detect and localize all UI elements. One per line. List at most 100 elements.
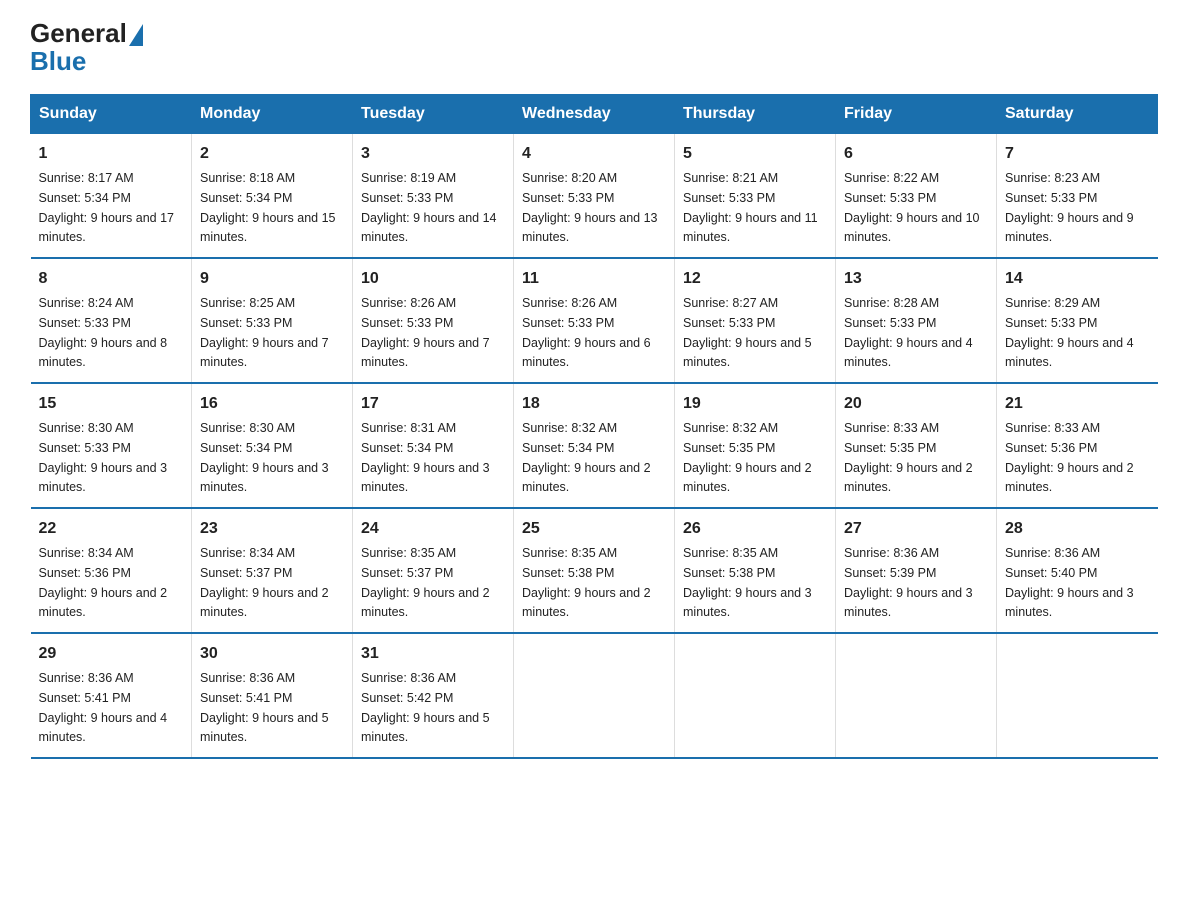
- calendar-cell: [675, 633, 836, 758]
- day-info: Sunrise: 8:31 AMSunset: 5:34 PMDaylight:…: [361, 421, 490, 494]
- day-number: 5: [683, 142, 827, 166]
- calendar-cell: 19 Sunrise: 8:32 AMSunset: 5:35 PMDayligh…: [675, 383, 836, 508]
- day-number: 9: [200, 267, 344, 291]
- day-info: Sunrise: 8:24 AMSunset: 5:33 PMDaylight:…: [39, 296, 168, 369]
- day-number: 22: [39, 517, 184, 541]
- calendar-cell: 27 Sunrise: 8:36 AMSunset: 5:39 PMDayligh…: [836, 508, 997, 633]
- col-header-tuesday: Tuesday: [353, 95, 514, 134]
- day-info: Sunrise: 8:30 AMSunset: 5:34 PMDaylight:…: [200, 421, 329, 494]
- day-number: 7: [1005, 142, 1150, 166]
- logo-blue-text: Blue: [30, 48, 143, 74]
- day-number: 4: [522, 142, 666, 166]
- calendar-cell: 10Sunrise: 8:26 AMSunset: 5:33 PMDayligh…: [353, 258, 514, 383]
- day-info: Sunrise: 8:35 AMSunset: 5:38 PMDaylight:…: [683, 546, 812, 619]
- calendar-cell: [836, 633, 997, 758]
- day-info: Sunrise: 8:30 AMSunset: 5:33 PMDaylight:…: [39, 421, 168, 494]
- day-info: Sunrise: 8:21 AMSunset: 5:33 PMDaylight:…: [683, 171, 818, 244]
- day-number: 17: [361, 392, 505, 416]
- day-number: 11: [522, 267, 666, 291]
- day-info: Sunrise: 8:18 AMSunset: 5:34 PMDaylight:…: [200, 171, 336, 244]
- calendar-cell: 29 Sunrise: 8:36 AMSunset: 5:41 PMDayligh…: [31, 633, 192, 758]
- calendar-cell: 20Sunrise: 8:33 AMSunset: 5:35 PMDayligh…: [836, 383, 997, 508]
- day-info: Sunrise: 8:25 AMSunset: 5:33 PMDaylight:…: [200, 296, 329, 369]
- calendar-week-row: 22 Sunrise: 8:34 AMSunset: 5:36 PMDayligh…: [31, 508, 1158, 633]
- day-number: 24: [361, 517, 505, 541]
- calendar-cell: 9 Sunrise: 8:25 AMSunset: 5:33 PMDaylight…: [192, 258, 353, 383]
- day-number: 10: [361, 267, 505, 291]
- day-info: Sunrise: 8:36 AMSunset: 5:41 PMDaylight:…: [200, 671, 329, 744]
- day-number: 6: [844, 142, 988, 166]
- calendar-cell: 24 Sunrise: 8:35 AMSunset: 5:37 PMDayligh…: [353, 508, 514, 633]
- calendar-cell: 15Sunrise: 8:30 AMSunset: 5:33 PMDayligh…: [31, 383, 192, 508]
- day-number: 25: [522, 517, 666, 541]
- calendar-cell: 21 Sunrise: 8:33 AMSunset: 5:36 PMDayligh…: [997, 383, 1158, 508]
- day-number: 2: [200, 142, 344, 166]
- calendar-cell: 6Sunrise: 8:22 AMSunset: 5:33 PMDaylight…: [836, 134, 997, 259]
- calendar-table: SundayMondayTuesdayWednesdayThursdayFrid…: [30, 94, 1158, 759]
- day-number: 14: [1005, 267, 1150, 291]
- calendar-week-row: 15Sunrise: 8:30 AMSunset: 5:33 PMDayligh…: [31, 383, 1158, 508]
- calendar-cell: 28Sunrise: 8:36 AMSunset: 5:40 PMDayligh…: [997, 508, 1158, 633]
- calendar-cell: 25 Sunrise: 8:35 AMSunset: 5:38 PMDayligh…: [514, 508, 675, 633]
- day-number: 18: [522, 392, 666, 416]
- day-number: 3: [361, 142, 505, 166]
- calendar-cell: 12 Sunrise: 8:27 AMSunset: 5:33 PMDayligh…: [675, 258, 836, 383]
- calendar-week-row: 1Sunrise: 8:17 AMSunset: 5:34 PMDaylight…: [31, 134, 1158, 259]
- day-info: Sunrise: 8:32 AMSunset: 5:35 PMDaylight:…: [683, 421, 812, 494]
- day-number: 31: [361, 642, 505, 666]
- day-info: Sunrise: 8:29 AMSunset: 5:33 PMDaylight:…: [1005, 296, 1134, 369]
- calendar-cell: 2 Sunrise: 8:18 AMSunset: 5:34 PMDaylight…: [192, 134, 353, 259]
- calendar-cell: 31 Sunrise: 8:36 AMSunset: 5:42 PMDayligh…: [353, 633, 514, 758]
- day-number: 23: [200, 517, 344, 541]
- calendar-cell: 17 Sunrise: 8:31 AMSunset: 5:34 PMDayligh…: [353, 383, 514, 508]
- day-info: Sunrise: 8:23 AMSunset: 5:33 PMDaylight:…: [1005, 171, 1134, 244]
- calendar-cell: 7 Sunrise: 8:23 AMSunset: 5:33 PMDaylight…: [997, 134, 1158, 259]
- logo: General Blue: [30, 20, 143, 74]
- col-header-monday: Monday: [192, 95, 353, 134]
- calendar-cell: 1Sunrise: 8:17 AMSunset: 5:34 PMDaylight…: [31, 134, 192, 259]
- calendar-week-row: 29 Sunrise: 8:36 AMSunset: 5:41 PMDayligh…: [31, 633, 1158, 758]
- day-info: Sunrise: 8:20 AMSunset: 5:33 PMDaylight:…: [522, 171, 658, 244]
- calendar-cell: 16Sunrise: 8:30 AMSunset: 5:34 PMDayligh…: [192, 383, 353, 508]
- day-number: 30: [200, 642, 344, 666]
- logo-triangle-icon: [129, 24, 143, 46]
- calendar-cell: 26 Sunrise: 8:35 AMSunset: 5:38 PMDayligh…: [675, 508, 836, 633]
- calendar-cell: 11 Sunrise: 8:26 AMSunset: 5:33 PMDayligh…: [514, 258, 675, 383]
- day-number: 1: [39, 142, 184, 166]
- day-info: Sunrise: 8:27 AMSunset: 5:33 PMDaylight:…: [683, 296, 812, 369]
- day-number: 19: [683, 392, 827, 416]
- calendar-cell: 18Sunrise: 8:32 AMSunset: 5:34 PMDayligh…: [514, 383, 675, 508]
- day-info: Sunrise: 8:28 AMSunset: 5:33 PMDaylight:…: [844, 296, 973, 369]
- calendar-cell: 8 Sunrise: 8:24 AMSunset: 5:33 PMDaylight…: [31, 258, 192, 383]
- col-header-sunday: Sunday: [31, 95, 192, 134]
- col-header-thursday: Thursday: [675, 95, 836, 134]
- logo-general-text: General: [30, 20, 127, 46]
- calendar-cell: [997, 633, 1158, 758]
- day-info: Sunrise: 8:35 AMSunset: 5:37 PMDaylight:…: [361, 546, 490, 619]
- calendar-cell: 3 Sunrise: 8:19 AMSunset: 5:33 PMDaylight…: [353, 134, 514, 259]
- day-number: 8: [39, 267, 184, 291]
- day-info: Sunrise: 8:33 AMSunset: 5:35 PMDaylight:…: [844, 421, 973, 494]
- day-info: Sunrise: 8:34 AMSunset: 5:36 PMDaylight:…: [39, 546, 168, 619]
- day-number: 27: [844, 517, 988, 541]
- day-info: Sunrise: 8:36 AMSunset: 5:42 PMDaylight:…: [361, 671, 490, 744]
- day-number: 26: [683, 517, 827, 541]
- day-info: Sunrise: 8:36 AMSunset: 5:41 PMDaylight:…: [39, 671, 168, 744]
- day-number: 29: [39, 642, 184, 666]
- day-info: Sunrise: 8:33 AMSunset: 5:36 PMDaylight:…: [1005, 421, 1134, 494]
- day-number: 21: [1005, 392, 1150, 416]
- col-header-wednesday: Wednesday: [514, 95, 675, 134]
- day-info: Sunrise: 8:35 AMSunset: 5:38 PMDaylight:…: [522, 546, 651, 619]
- day-info: Sunrise: 8:36 AMSunset: 5:39 PMDaylight:…: [844, 546, 973, 619]
- day-info: Sunrise: 8:26 AMSunset: 5:33 PMDaylight:…: [522, 296, 651, 369]
- calendar-header-row: SundayMondayTuesdayWednesdayThursdayFrid…: [31, 95, 1158, 134]
- page-header: General Blue: [30, 20, 1158, 74]
- calendar-cell: 30 Sunrise: 8:36 AMSunset: 5:41 PMDayligh…: [192, 633, 353, 758]
- calendar-cell: 13 Sunrise: 8:28 AMSunset: 5:33 PMDayligh…: [836, 258, 997, 383]
- day-number: 13: [844, 267, 988, 291]
- day-number: 12: [683, 267, 827, 291]
- calendar-cell: 23Sunrise: 8:34 AMSunset: 5:37 PMDayligh…: [192, 508, 353, 633]
- day-info: Sunrise: 8:19 AMSunset: 5:33 PMDaylight:…: [361, 171, 497, 244]
- calendar-cell: 4 Sunrise: 8:20 AMSunset: 5:33 PMDaylight…: [514, 134, 675, 259]
- col-header-friday: Friday: [836, 95, 997, 134]
